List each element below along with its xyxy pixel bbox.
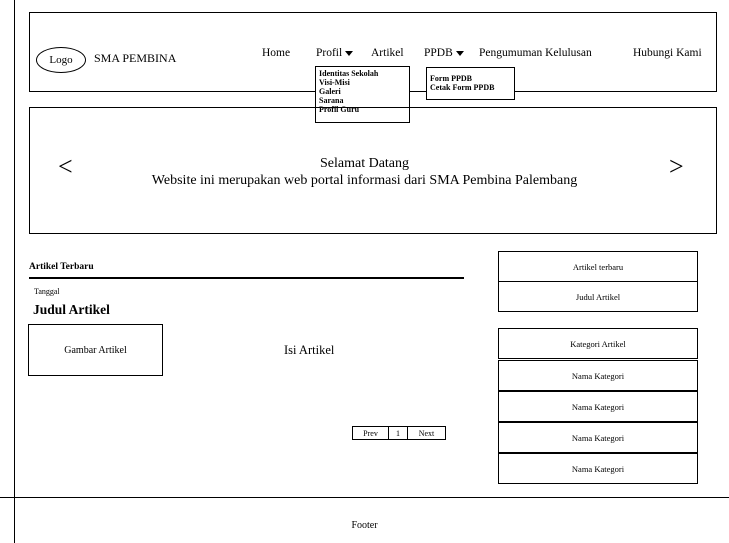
sidebar-category-item[interactable]: Nama Kategori (498, 453, 698, 484)
menu-item-cetak-form-ppdb[interactable]: Cetak Form PPDB (430, 83, 511, 92)
sidebar-category-item[interactable]: Nama Kategori (498, 360, 698, 391)
article-image-label: Gambar Artikel (64, 344, 127, 356)
nav-artikel[interactable]: Artikel (371, 47, 404, 59)
sidebar-category-item[interactable]: Nama Kategori (498, 391, 698, 422)
banner-title: Selamat Datang (319, 156, 410, 171)
sidebar-category-header: Kategori Artikel (498, 328, 698, 359)
nav-ppdb-label: PPDB (424, 47, 453, 59)
menu-item-galeri[interactable]: Galeri (319, 87, 406, 96)
chevron-down-icon (455, 50, 464, 56)
nav-hubungi[interactable]: Hubungi Kami (633, 47, 702, 59)
banner-subtitle: Website ini merupakan web portal informa… (151, 173, 578, 188)
sidebar-recent-item[interactable]: Judul Artikel (498, 281, 698, 312)
nav-profil[interactable]: Profil (316, 47, 354, 59)
article-date: Tanggal (34, 287, 60, 296)
page-left-border (14, 0, 15, 543)
sidebar-category-item[interactable]: Nama Kategori (498, 422, 698, 453)
nav-pengumuman[interactable]: Pengumuman Kelulusan (479, 47, 592, 59)
menu-item-sarana[interactable]: Sarana (319, 96, 406, 105)
menu-item-visi-misi[interactable]: Visi-Misi (319, 78, 406, 87)
article-content: Isi Artikel (284, 343, 335, 357)
pager-prev-button[interactable]: Prev (352, 426, 389, 440)
footer-divider (0, 497, 729, 498)
sidebar-recent-header: Artikel terbaru (498, 251, 698, 282)
nav-profil-label: Profil (316, 47, 343, 59)
chevron-down-icon (345, 50, 354, 56)
site-name[interactable]: SMA PEMBINA (94, 51, 176, 66)
section-title: Artikel Terbaru (29, 262, 94, 272)
pager-page-1[interactable]: 1 (388, 426, 408, 440)
article-image[interactable]: Gambar Artikel (28, 324, 163, 376)
pager-next-button[interactable]: Next (407, 426, 446, 440)
ppdb-dropdown: Form PPDB Cetak Form PPDB (426, 67, 515, 100)
section-divider (29, 277, 464, 279)
nav-home[interactable]: Home (262, 47, 290, 59)
logo[interactable]: Logo (36, 47, 86, 73)
footer: Footer (351, 520, 378, 531)
menu-item-form-ppdb[interactable]: Form PPDB (430, 74, 511, 83)
article-title[interactable]: Judul Artikel (33, 302, 110, 318)
nav-ppdb[interactable]: PPDB (424, 47, 464, 59)
menu-item-identitas[interactable]: Identitas Sekolah (319, 69, 406, 78)
logo-label: Logo (49, 54, 73, 66)
